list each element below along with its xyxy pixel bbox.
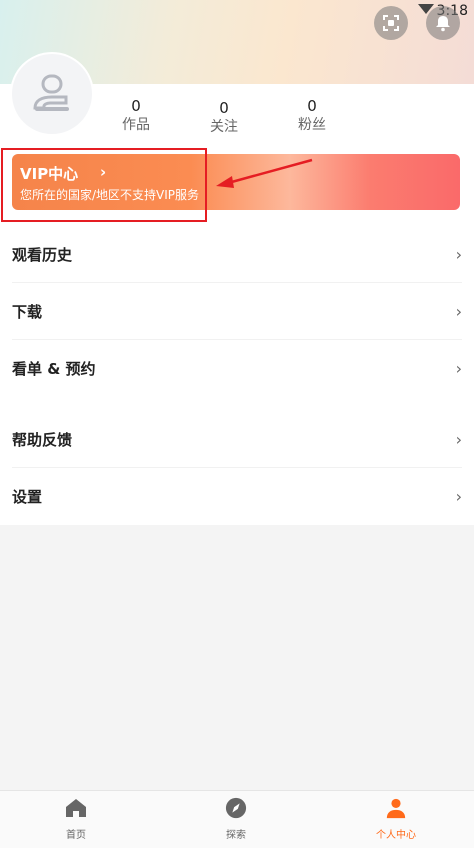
person-icon xyxy=(386,798,406,819)
menu-item-label: 下载 xyxy=(12,302,43,321)
tab-explore[interactable]: 探索 xyxy=(196,797,276,841)
bottom-tab-bar: 首页 探索 个人中心 xyxy=(0,790,474,848)
chevron-right-icon: › xyxy=(455,301,462,321)
stat-fans[interactable]: 0 粉丝 xyxy=(282,97,342,135)
tab-label: 个人中心 xyxy=(376,830,416,841)
chevron-right-icon: › xyxy=(455,244,462,264)
menu-item-label: 设置 xyxy=(12,488,43,506)
stat-works[interactable]: 0 作品 xyxy=(106,97,166,135)
stat-fans-value: 0 xyxy=(307,97,317,115)
annotation-arrow-icon xyxy=(216,158,313,188)
stat-following-value: 0 xyxy=(219,99,229,117)
tab-label: 探索 xyxy=(226,830,246,841)
home-icon xyxy=(66,799,86,817)
stat-works-label: 作品 xyxy=(122,117,150,133)
compass-icon xyxy=(225,797,247,819)
avatar[interactable] xyxy=(12,54,92,134)
tab-label: 首页 xyxy=(66,830,86,841)
vip-title: VIP中心 xyxy=(20,165,79,183)
stat-fans-label: 粉丝 xyxy=(298,117,326,133)
menu-item-label: 看单 & 预约 xyxy=(12,360,96,378)
vip-subtitle: 您所在的国家/地区不支持VIP服务 xyxy=(20,188,200,202)
stat-following-label: 关注 xyxy=(210,119,238,135)
stat-following[interactable]: 0 关注 xyxy=(194,99,254,137)
stat-works-value: 0 xyxy=(131,97,141,115)
tab-home[interactable]: 首页 xyxy=(36,797,116,841)
menu-item-label: 观看历史 xyxy=(12,245,73,264)
menu-item-watchlist-reservations[interactable]: 看单 & 预约 › xyxy=(12,340,462,397)
notification-button[interactable] xyxy=(426,6,460,40)
chevron-right-icon: › xyxy=(455,487,462,506)
chevron-right-icon: › xyxy=(455,429,462,449)
scan-icon xyxy=(383,15,399,31)
chevron-right-icon: › xyxy=(455,359,462,378)
default-avatar-icon xyxy=(33,74,69,111)
menu-group-primary: 观看历史 › 下载 › 看单 & 预约 › xyxy=(0,226,474,397)
scan-button[interactable] xyxy=(374,6,408,40)
menu-item-watch-history[interactable]: 观看历史 › xyxy=(12,226,462,283)
menu-item-settings[interactable]: 设置 › xyxy=(12,468,462,525)
menu-item-download[interactable]: 下载 › xyxy=(12,283,462,340)
menu-group-secondary: 帮助反馈 › 设置 › xyxy=(0,411,474,525)
chevron-right-icon: › xyxy=(100,163,107,181)
menu-item-label: 帮助反馈 xyxy=(12,430,73,449)
menu-item-help-feedback[interactable]: 帮助反馈 › xyxy=(12,411,462,468)
bell-icon xyxy=(436,16,450,32)
tab-profile[interactable]: 个人中心 xyxy=(356,797,436,841)
